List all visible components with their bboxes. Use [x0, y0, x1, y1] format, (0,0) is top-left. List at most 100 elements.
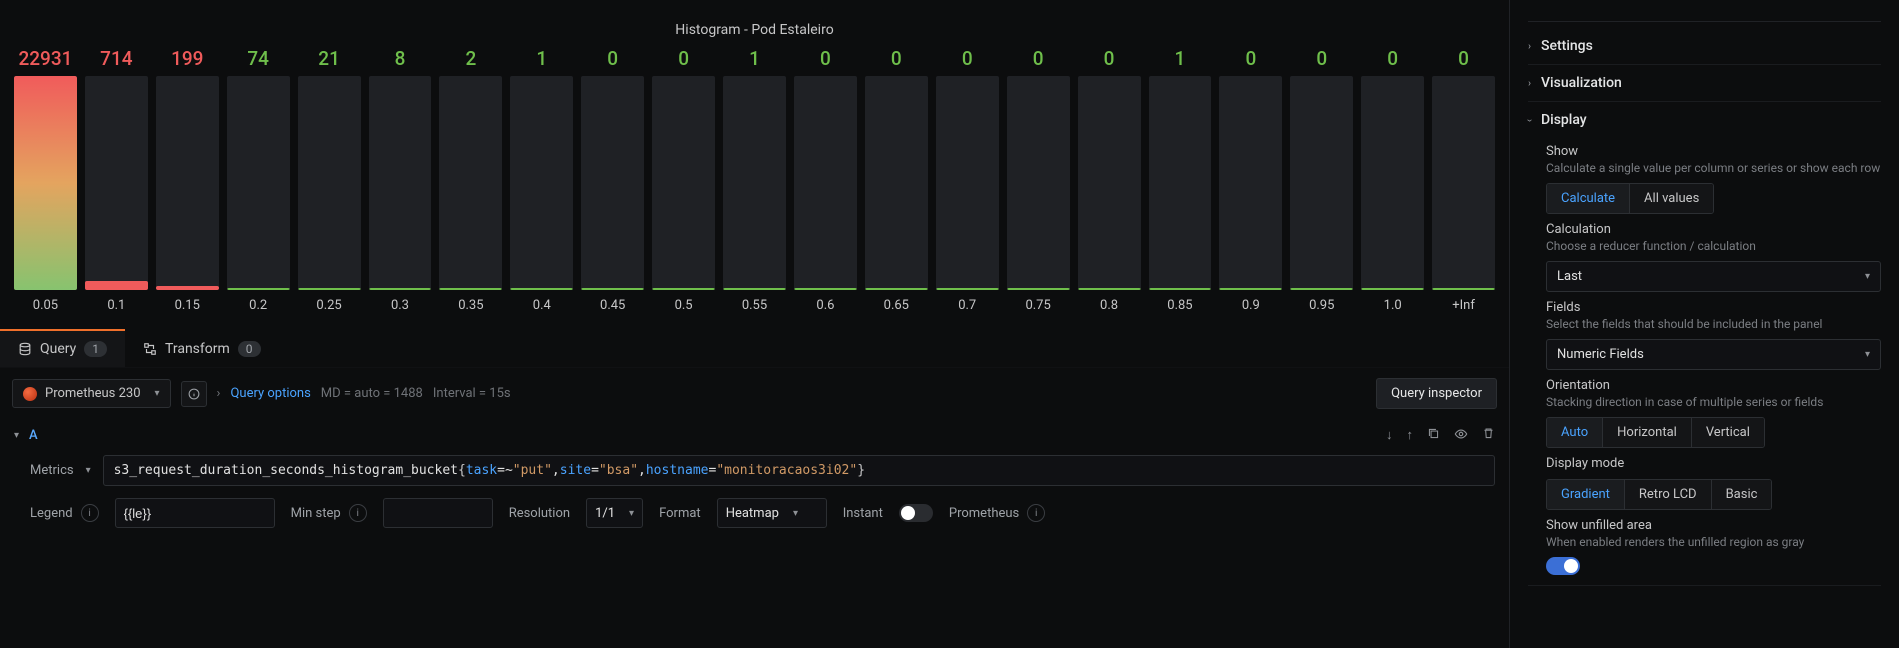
calculation-select[interactable]: Last ▾: [1546, 261, 1881, 292]
datasource-name: Prometheus 230: [45, 386, 141, 401]
fields-select[interactable]: Numeric Fields ▾: [1546, 339, 1881, 370]
bar-value: 0: [607, 48, 618, 70]
histogram-bar: 00.7: [936, 48, 999, 313]
move-up-icon[interactable]: ↑: [1407, 427, 1414, 443]
histogram-bar: 229310.05: [14, 48, 77, 313]
bar-value: 74: [247, 48, 269, 70]
orientation-button-group: Auto Horizontal Vertical: [1546, 417, 1765, 448]
bar-track: [510, 76, 573, 290]
bar-tick: 1.0: [1384, 298, 1402, 313]
query-inspector-button[interactable]: Query inspector: [1376, 378, 1497, 409]
bar-track: [439, 76, 502, 290]
tab-query[interactable]: Query 1: [0, 331, 125, 367]
orientation-vertical-button[interactable]: Vertical: [1692, 418, 1764, 447]
mode-basic-button[interactable]: Basic: [1712, 480, 1772, 509]
datasource-picker[interactable]: Prometheus 230 ▾: [12, 379, 171, 408]
bar-fill: [369, 288, 432, 290]
panel-title: Histogram - Pod Estaleiro: [12, 16, 1497, 48]
bar-fill: [1007, 288, 1070, 290]
bar-fill: [510, 288, 573, 290]
chevron-down-icon: ▾: [1865, 349, 1870, 360]
bar-track: [227, 76, 290, 290]
section-visualization[interactable]: › Visualization: [1528, 75, 1881, 91]
copy-icon[interactable]: [1427, 427, 1440, 440]
datasource-help[interactable]: [181, 381, 207, 407]
minstep-input[interactable]: [383, 498, 493, 528]
bar-tick: 0.65: [884, 298, 909, 313]
format-select[interactable]: Heatmap ▾: [717, 498, 827, 528]
query-tabs: Query 1 Transform 0: [0, 331, 1509, 368]
help-icon[interactable]: i: [1027, 504, 1045, 522]
bar-track: [85, 76, 148, 290]
trash-icon[interactable]: [1482, 427, 1495, 440]
bar-tick: +Inf: [1452, 298, 1475, 313]
bar-fill: [936, 288, 999, 290]
bar-fill: [14, 76, 77, 290]
tab-query-label: Query: [40, 341, 76, 357]
bar-fill: [1290, 288, 1353, 290]
database-icon: [18, 342, 32, 356]
bar-tick: 0.95: [1309, 298, 1334, 313]
prometheus-label: Prometheus i: [949, 504, 1045, 522]
bar-value: 1: [536, 48, 547, 70]
bar-tick: 0.35: [458, 298, 483, 313]
displaymode-button-group: Gradient Retro LCD Basic: [1546, 479, 1772, 510]
show-calculate-button[interactable]: Calculate: [1547, 184, 1630, 213]
bar-track: [1219, 76, 1282, 290]
tab-query-count: 1: [84, 341, 107, 357]
legend-input[interactable]: [115, 498, 275, 528]
section-display[interactable]: › Display: [1528, 112, 1881, 128]
query-options-link[interactable]: Query options: [230, 386, 310, 401]
chevron-down-icon[interactable]: ▾: [14, 430, 19, 441]
histogram-bar: 10.4: [510, 48, 573, 313]
chevron-right-icon: ›: [217, 386, 221, 401]
query-ref-id[interactable]: A: [29, 428, 38, 443]
bar-tick: 0.25: [316, 298, 341, 313]
section-settings[interactable]: › Settings: [1528, 38, 1881, 54]
bar-track: [865, 76, 928, 290]
orientation-label: Orientation: [1546, 378, 1881, 393]
metrics-label[interactable]: Metrics ▾: [30, 463, 91, 478]
mode-gradient-button[interactable]: Gradient: [1547, 480, 1625, 509]
histogram-bar: 210.25: [298, 48, 361, 313]
bar-tick: 0.7: [958, 298, 976, 313]
move-down-icon[interactable]: ↓: [1386, 427, 1393, 443]
bar-track: [1361, 76, 1424, 290]
bar-track: [652, 76, 715, 290]
eye-icon[interactable]: [1454, 427, 1468, 441]
help-icon[interactable]: i: [81, 504, 99, 522]
show-allvalues-button[interactable]: All values: [1630, 184, 1713, 213]
unfilled-toggle[interactable]: [1546, 557, 1580, 575]
info-icon: [188, 388, 200, 400]
help-icon[interactable]: i: [349, 504, 367, 522]
histogram-bar: 00.75: [1007, 48, 1070, 313]
metrics-input[interactable]: s3_request_duration_seconds_histogram_bu…: [103, 455, 1495, 486]
bar-fill: [1078, 288, 1141, 290]
bar-fill: [581, 288, 644, 290]
orientation-auto-button[interactable]: Auto: [1547, 418, 1603, 447]
bar-value: 0: [1245, 48, 1256, 70]
histogram-bar: 01.0: [1361, 48, 1424, 313]
instant-toggle[interactable]: [899, 504, 933, 522]
bar-fill: [1149, 288, 1212, 290]
bar-tick: 0.8: [1100, 298, 1118, 313]
bar-value: 0: [1033, 48, 1044, 70]
chevron-down-icon: ›: [1524, 118, 1535, 121]
orientation-horizontal-button[interactable]: Horizontal: [1603, 418, 1692, 447]
fields-desc: Select the fields that should be include…: [1546, 317, 1881, 331]
orientation-desc: Stacking direction in case of multiple s…: [1546, 395, 1881, 409]
tab-transform[interactable]: Transform 0: [125, 331, 279, 367]
histogram-bar: 00.9: [1219, 48, 1282, 313]
resolution-select[interactable]: 1/1 ▾: [586, 498, 643, 528]
bar-fill: [439, 288, 502, 290]
bar-track: [1078, 76, 1141, 290]
bar-value: 0: [820, 48, 831, 70]
mode-retrolcd-button[interactable]: Retro LCD: [1625, 480, 1712, 509]
bar-fill: [1361, 288, 1424, 290]
bar-value: 0: [678, 48, 689, 70]
bar-fill: [298, 288, 361, 290]
bar-tick: 0.15: [175, 298, 200, 313]
bar-track: [369, 76, 432, 290]
bar-track: [1432, 76, 1495, 290]
histogram-chart: 229310.057140.11990.15740.2210.2580.320.…: [12, 48, 1497, 313]
